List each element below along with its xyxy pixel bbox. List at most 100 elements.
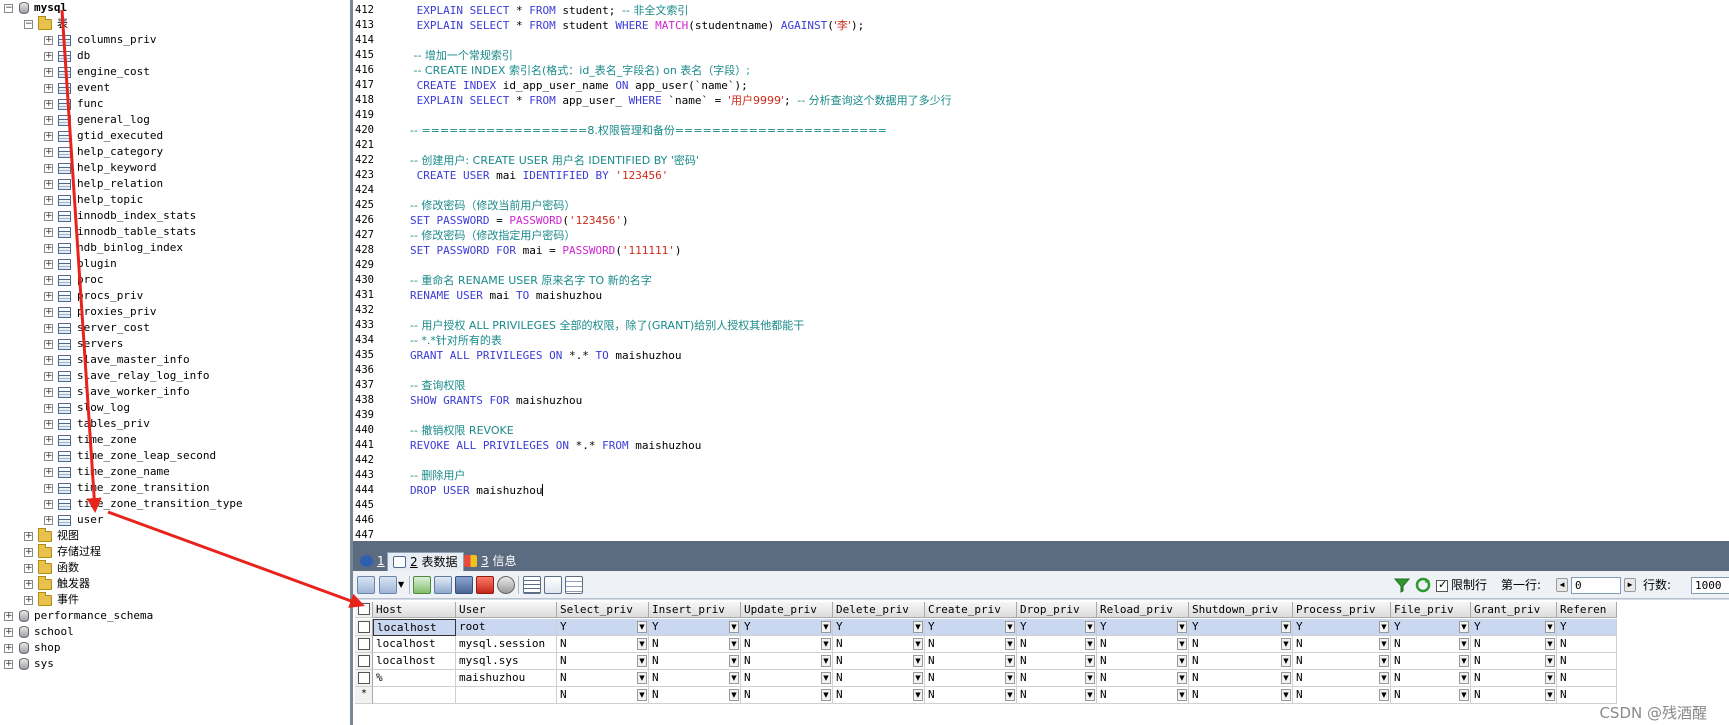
table-cell[interactable]: N ▼ [1189,670,1293,687]
insert-row-icon[interactable] [413,576,431,594]
chevron-down-icon[interactable]: ▼ [1281,621,1291,633]
expand-icon[interactable]: + [44,500,53,509]
expand-icon[interactable]: + [44,452,53,461]
table-cell[interactable]: N ▼ [925,636,1017,653]
tree-table-procs-priv[interactable]: + procs_priv [0,288,350,304]
expand-icon[interactable]: + [4,660,13,669]
table-cell[interactable]: N ▼ [1293,670,1391,687]
chevron-down-icon[interactable]: ▼ [1545,672,1555,684]
table-cell[interactable]: N ▼ [1189,636,1293,653]
chevron-down-icon[interactable]: ▼ [1545,655,1555,667]
tree-table-slow-log[interactable]: + slow_log [0,400,350,416]
table-cell[interactable]: N ▼ [557,687,649,704]
tree-table-time-zone[interactable]: + time_zone [0,432,350,448]
expand-icon[interactable]: + [24,532,33,541]
table-cell[interactable]: N ▼ [1097,670,1189,687]
tree-table-ndb-binlog-index[interactable]: + ndb_binlog_index [0,240,350,256]
chevron-down-icon[interactable]: ▼ [398,577,404,593]
tree-table-help-topic[interactable]: + help_topic [0,192,350,208]
row-selector[interactable] [355,636,373,653]
expand-icon[interactable]: + [44,180,53,189]
tree-table-proc[interactable]: + proc [0,272,350,288]
table-cell[interactable]: Y ▼ [741,619,833,636]
export-grid-icon[interactable] [357,576,375,594]
expand-icon[interactable]: + [44,100,53,109]
expand-icon[interactable]: + [44,260,53,269]
table-cell[interactable]: N ▼ [1391,636,1471,653]
tree-folder-0[interactable]: + 视图 [0,528,350,544]
table-cell[interactable]: N ▼ [925,653,1017,670]
tree-table-slave-master-info[interactable]: + slave_master_info [0,352,350,368]
expand-icon[interactable]: + [4,644,13,653]
form-view-icon[interactable] [544,576,562,594]
tree-table-server-cost[interactable]: + server_cost [0,320,350,336]
table-cell[interactable]: N ▼ [741,670,833,687]
chevron-down-icon[interactable]: ▼ [637,621,647,633]
expand-icon[interactable]: + [24,580,33,589]
table-cell[interactable]: localhost [373,636,456,653]
tree-table-help-keyword[interactable]: + help_keyword [0,160,350,176]
column-header[interactable]: Insert_priv [649,602,741,618]
chevron-down-icon[interactable]: ▼ [637,689,647,701]
chevron-down-icon[interactable]: ▼ [1281,689,1291,701]
chevron-down-icon[interactable]: ▼ [1379,621,1389,633]
chevron-down-icon[interactable]: ▼ [637,638,647,650]
table-cell[interactable]: Y ▼ [833,619,925,636]
chevron-down-icon[interactable]: ▼ [729,638,739,650]
expand-icon[interactable]: + [44,484,53,493]
table-cell[interactable]: N ▼ [1097,653,1189,670]
row-checkbox[interactable] [358,672,370,684]
column-header[interactable]: Host [373,602,456,618]
chevron-down-icon[interactable]: ▼ [1177,621,1187,633]
chevron-down-icon[interactable]: ▼ [821,672,831,684]
chevron-down-icon[interactable]: ▼ [1545,689,1555,701]
table-cell[interactable]: N ▼ [1097,687,1189,704]
chevron-down-icon[interactable]: ▼ [1005,621,1015,633]
table-cell[interactable]: N ▼ [925,687,1017,704]
table-cell[interactable]: Y ▼ [1189,619,1293,636]
chevron-down-icon[interactable]: ▼ [913,638,923,650]
tree-table-columns-priv[interactable]: + columns_priv [0,32,350,48]
table-cell[interactable]: N ▼ [1293,653,1391,670]
table-cell[interactable]: N ▼ [833,670,925,687]
tree-db-performance-schema[interactable]: + performance_schema [0,608,350,624]
chevron-down-icon[interactable]: ▼ [1459,638,1469,650]
expand-icon[interactable]: + [44,164,53,173]
refresh-icon[interactable] [1414,576,1432,594]
tree-table-innodb-index-stats[interactable]: + innodb_index_stats [0,208,350,224]
delete-icon[interactable] [476,576,494,594]
column-header[interactable]: Process_priv [1293,602,1391,618]
tree-table-tables-priv[interactable]: + tables_priv [0,416,350,432]
tree-table-help-relation[interactable]: + help_relation [0,176,350,192]
expand-icon[interactable]: + [4,628,13,637]
table-cell[interactable]: Y ▼ [1471,619,1557,636]
column-header[interactable]: Delete_priv [833,602,925,618]
column-header[interactable]: Select_priv [557,602,649,618]
table-cell[interactable]: N ▼ [1471,653,1557,670]
row-selector[interactable] [355,619,373,636]
tree-table-general-log[interactable]: + general_log [0,112,350,128]
expand-icon[interactable]: + [44,516,53,525]
row-checkbox[interactable] [358,621,370,633]
chevron-down-icon[interactable]: ▼ [1085,621,1095,633]
table-cell[interactable]: Y ▼ [1391,619,1471,636]
filter-icon[interactable] [1393,576,1411,594]
table-cell[interactable]: N ▼ [557,636,649,653]
collapse-icon[interactable]: − [4,4,13,13]
expand-icon[interactable]: + [44,148,53,157]
chevron-down-icon[interactable]: ▼ [1281,655,1291,667]
chevron-down-icon[interactable]: ▼ [1379,689,1389,701]
table-cell[interactable]: Y [1557,619,1617,636]
import-grid-icon[interactable] [379,576,397,594]
table-cell[interactable]: N ▼ [1391,687,1471,704]
column-header[interactable]: Referen [1557,602,1617,618]
chevron-down-icon[interactable]: ▼ [913,672,923,684]
expand-icon[interactable]: + [44,228,53,237]
row-selector[interactable] [355,653,373,670]
chevron-down-icon[interactable]: ▼ [1005,655,1015,667]
expand-icon[interactable]: + [44,212,53,221]
chevron-down-icon[interactable]: ▼ [729,621,739,633]
table-cell[interactable]: N ▼ [1391,653,1471,670]
table-cell[interactable]: Y ▼ [925,619,1017,636]
row-checkbox[interactable] [358,655,370,667]
